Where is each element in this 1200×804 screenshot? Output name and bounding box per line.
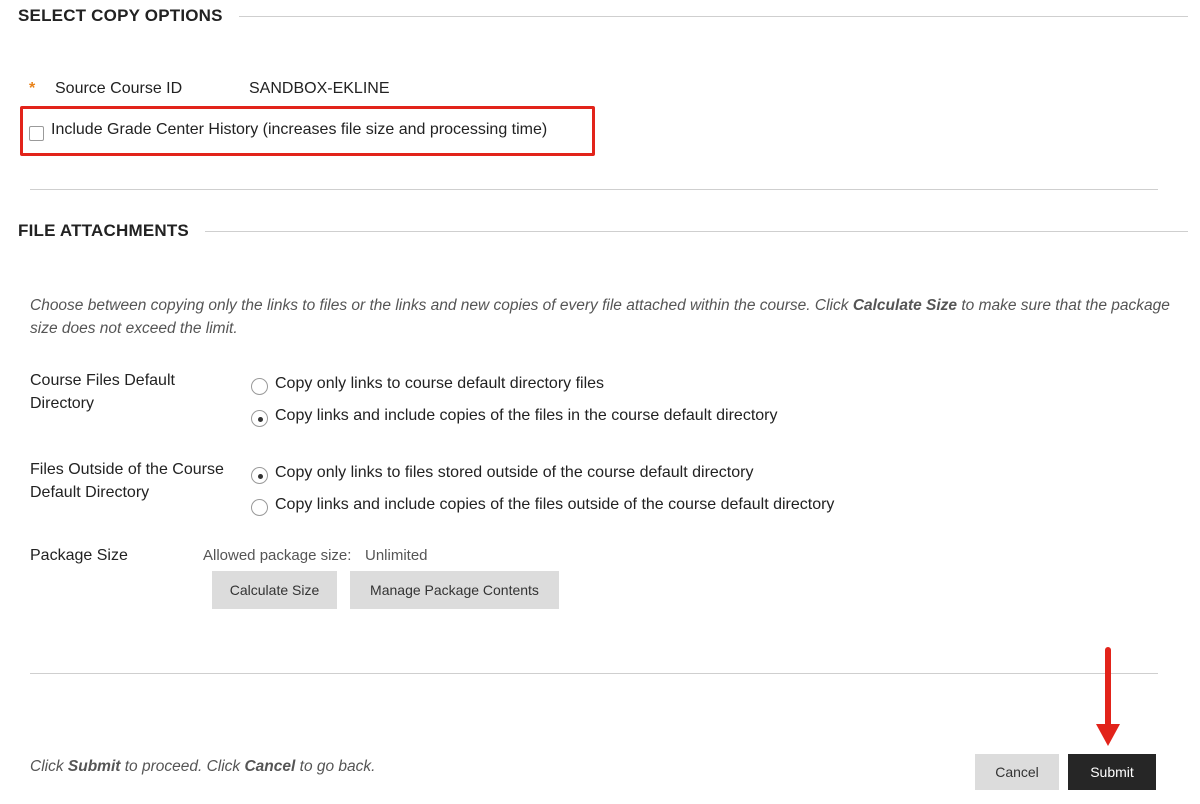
outside-files-option-copies-radio[interactable] <box>251 499 268 516</box>
section-rule <box>204 230 1188 232</box>
section-header-file-attachments: FILE ATTACHMENTS <box>18 221 1188 241</box>
section-rule <box>238 15 1188 17</box>
footer-text: to proceed. Click <box>120 758 245 775</box>
footer-instructions: Click Submit to proceed. Click Cancel to… <box>30 758 375 776</box>
allowed-package-size-label: Allowed package size: <box>203 547 352 564</box>
cancel-button[interactable]: Cancel <box>975 754 1059 790</box>
grade-history-label[interactable]: Include Grade Center History (increases … <box>51 121 547 139</box>
divider <box>30 189 1158 190</box>
source-course-id-label: Source Course ID <box>55 80 183 97</box>
divider <box>30 673 1158 674</box>
instructions-text: Choose between copying only the links to… <box>30 297 853 314</box>
grade-history-checkbox[interactable] <box>29 126 44 141</box>
arrow-down-icon <box>1096 647 1120 746</box>
file-attachments-instructions: Choose between copying only the links to… <box>30 294 1170 340</box>
section-header-copy-options: SELECT COPY OPTIONS <box>18 6 1188 26</box>
outside-files-option-links-label[interactable]: Copy only links to files stored outside … <box>275 464 753 482</box>
required-marker: * <box>29 80 36 97</box>
manage-package-contents-button[interactable]: Manage Package Contents <box>350 571 559 609</box>
outside-files-option-copies-label[interactable]: Copy links and include copies of the fil… <box>275 496 834 514</box>
course-files-option-copies-radio[interactable] <box>251 410 268 427</box>
footer-text: to go back. <box>295 758 376 775</box>
source-course-id-value: SANDBOX-EKLINE <box>249 80 390 97</box>
course-files-label: Course Files Default Directory <box>30 372 175 412</box>
calculate-size-button[interactable]: Calculate Size <box>212 571 337 609</box>
footer-text: Click <box>30 758 68 775</box>
course-files-option-links-radio[interactable] <box>251 378 268 395</box>
outside-files-option-links-radio[interactable] <box>251 467 268 484</box>
footer-bold: Submit <box>67 758 121 775</box>
course-files-option-copies-label[interactable]: Copy links and include copies of the fil… <box>275 407 778 425</box>
course-files-option-links-label[interactable]: Copy only links to course default direct… <box>275 375 604 393</box>
section-title: SELECT COPY OPTIONS <box>18 6 223 25</box>
footer-bold: Cancel <box>244 758 296 775</box>
allowed-package-size-value: Unlimited <box>365 547 428 564</box>
outside-files-label: Files Outside of the Course Default Dire… <box>30 461 224 501</box>
instructions-bold: Calculate Size <box>852 297 958 314</box>
submit-button[interactable]: Submit <box>1068 754 1156 790</box>
package-size-label: Package Size <box>30 547 128 564</box>
section-title: FILE ATTACHMENTS <box>18 221 189 240</box>
